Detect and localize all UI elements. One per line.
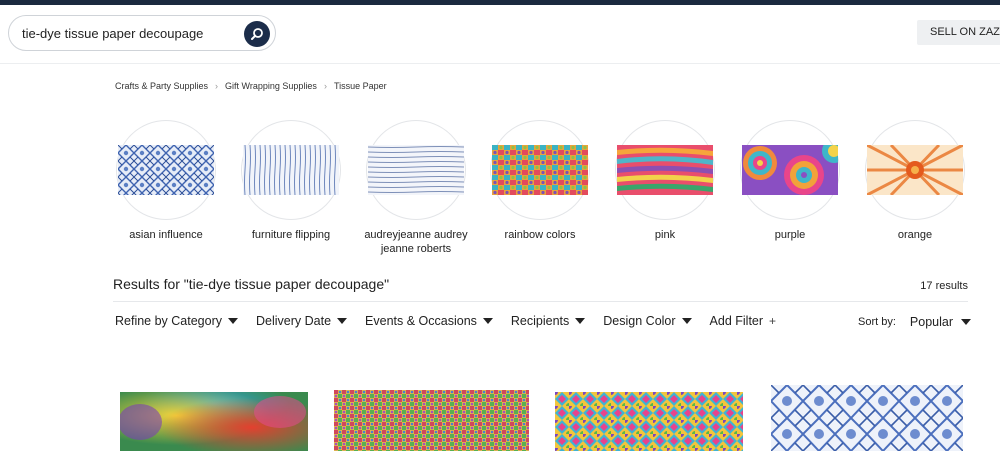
category-label[interactable]: rainbow colors xyxy=(480,228,600,242)
breadcrumb-item[interactable]: Crafts & Party Supplies xyxy=(115,81,208,91)
filter-design-color[interactable]: Design Color xyxy=(603,314,692,328)
sort-label: Sort by: xyxy=(858,316,896,328)
pattern-image xyxy=(118,145,214,195)
results-count: 17 results xyxy=(920,280,968,292)
product-image[interactable] xyxy=(120,392,308,451)
pattern-image xyxy=(492,145,588,195)
pattern-image xyxy=(243,145,339,195)
filter-bar: Refine by Category Delivery Date Events … xyxy=(115,314,794,328)
sort-value[interactable]: Popular xyxy=(910,315,953,329)
category-furniture-flipping[interactable]: furniture flipping xyxy=(231,120,351,242)
plus-icon: + xyxy=(769,314,777,328)
filter-delivery-date[interactable]: Delivery Date xyxy=(256,314,348,328)
pattern-image xyxy=(617,145,713,195)
product-card[interactable] xyxy=(334,390,529,451)
chevron-right-icon: › xyxy=(323,81,327,91)
product-card[interactable] xyxy=(120,392,308,451)
add-filter-button[interactable]: Add Filter + xyxy=(710,314,777,328)
category-label[interactable]: audreyjeanne audrey jeanne roberts xyxy=(356,228,476,256)
results-divider xyxy=(113,301,968,302)
breadcrumb-item[interactable]: Gift Wrapping Supplies xyxy=(225,81,317,91)
filter-events-occasions[interactable]: Events & Occasions xyxy=(365,314,493,328)
product-image[interactable] xyxy=(334,390,529,451)
filter-recipients[interactable]: Recipients xyxy=(510,314,586,328)
category-asian-influence[interactable]: asian influence xyxy=(106,120,226,242)
category-thumbnail[interactable] xyxy=(865,120,965,220)
category-label[interactable]: asian influence xyxy=(106,228,226,242)
pattern-image xyxy=(867,145,963,195)
breadcrumb-item[interactable]: Tissue Paper xyxy=(334,81,387,91)
filter-label: Add Filter xyxy=(709,314,764,328)
product-card[interactable] xyxy=(771,385,963,451)
category-pink[interactable]: pink xyxy=(605,120,725,242)
category-orange[interactable]: orange xyxy=(855,120,975,242)
category-thumbnail[interactable] xyxy=(615,120,715,220)
search-input[interactable] xyxy=(22,23,242,43)
caret-down-icon xyxy=(575,318,586,324)
caret-down-icon xyxy=(228,318,239,324)
category-thumbnail[interactable] xyxy=(116,120,216,220)
pattern-image xyxy=(368,145,464,195)
top-accent-bar xyxy=(0,0,1000,5)
search-box[interactable] xyxy=(8,15,276,51)
filter-label: Delivery Date xyxy=(256,314,332,328)
category-label[interactable]: furniture flipping xyxy=(231,228,351,242)
category-audreyjeanne[interactable]: audreyjeanne audrey jeanne roberts xyxy=(356,120,476,256)
filter-label: Refine by Category xyxy=(115,314,223,328)
category-thumbnail[interactable] xyxy=(490,120,590,220)
pattern-image xyxy=(742,145,838,195)
caret-down-icon xyxy=(961,319,971,325)
category-label[interactable]: pink xyxy=(605,228,725,242)
filter-refine-by-category[interactable]: Refine by Category xyxy=(115,314,239,328)
sort-control[interactable]: Sort by: Popular xyxy=(858,315,971,329)
caret-down-icon xyxy=(482,318,493,324)
product-image[interactable] xyxy=(555,392,743,451)
search-button[interactable] xyxy=(244,21,270,47)
category-thumbnail[interactable] xyxy=(241,120,341,220)
category-purple[interactable]: purple xyxy=(730,120,850,242)
chevron-right-icon: › xyxy=(215,81,219,91)
category-thumbnail[interactable] xyxy=(366,120,466,220)
category-thumbnail[interactable] xyxy=(740,120,840,220)
product-image[interactable] xyxy=(771,385,963,451)
category-rainbow-colors[interactable]: rainbow colors xyxy=(480,120,600,242)
results-title: Results for "tie-dye tissue paper decoup… xyxy=(113,276,390,292)
filter-label: Design Color xyxy=(603,314,676,328)
breadcrumb: Crafts & Party Supplies › Gift Wrapping … xyxy=(115,81,387,91)
sell-on-zazzle-button[interactable]: SELL ON ZAZZLE xyxy=(917,20,1000,45)
header-divider xyxy=(0,63,1000,64)
filter-label: Recipients xyxy=(510,314,570,328)
caret-down-icon xyxy=(681,318,692,324)
product-card[interactable] xyxy=(555,392,743,451)
category-label[interactable]: orange xyxy=(855,228,975,242)
filter-label: Events & Occasions xyxy=(365,314,477,328)
caret-down-icon xyxy=(337,318,348,324)
category-label[interactable]: purple xyxy=(730,228,850,242)
search-icon xyxy=(251,28,263,40)
